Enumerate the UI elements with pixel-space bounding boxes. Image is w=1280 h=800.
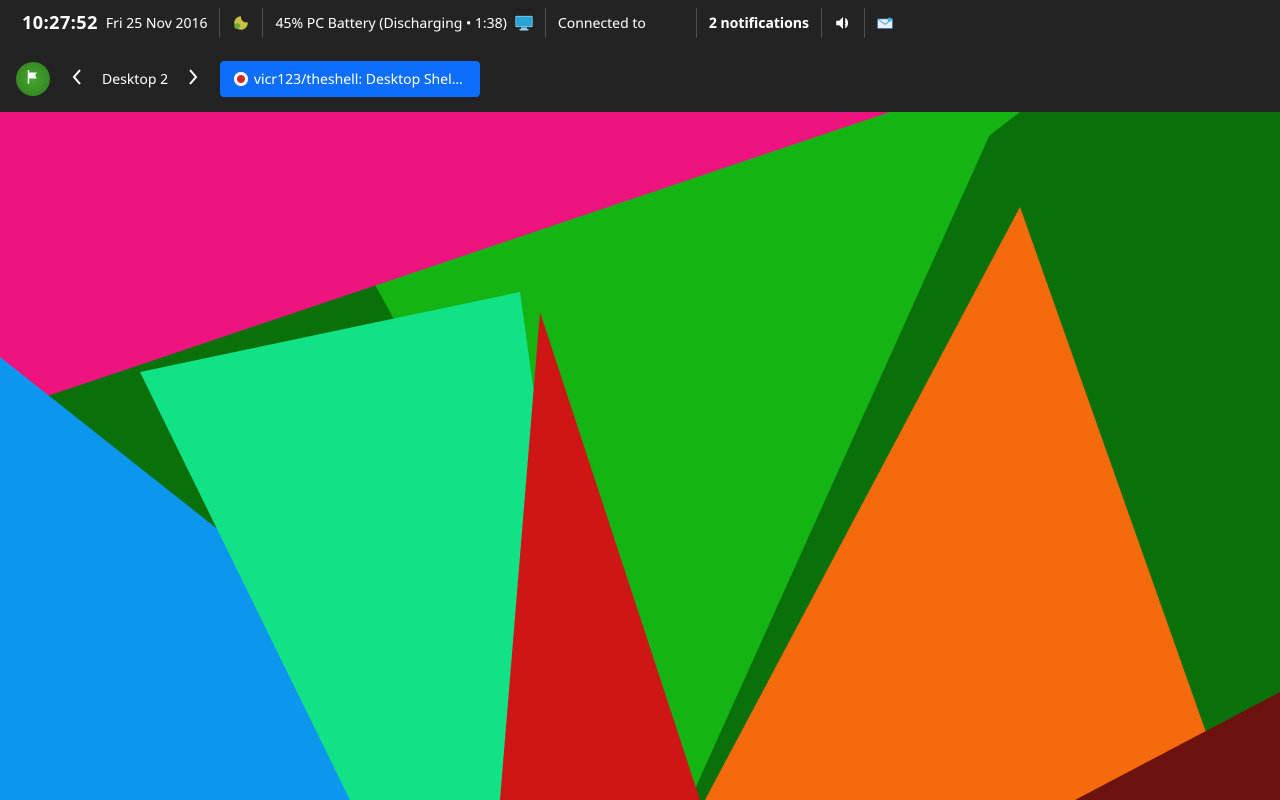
taskbar-window-button[interactable]: vicr123/theshell: Desktop Shell …	[220, 61, 480, 97]
launcher-button[interactable]	[16, 62, 50, 96]
notifications-segment[interactable]: 2 notifications	[697, 9, 821, 37]
launcher-flag-icon	[24, 68, 42, 91]
chevron-left-icon	[72, 69, 82, 90]
next-desktop-button[interactable]	[186, 72, 200, 86]
weather-segment[interactable]	[220, 9, 262, 37]
clock-date: Fri 25 Nov 2016	[106, 14, 208, 33]
mail-icon	[877, 16, 893, 30]
network-segment[interactable]: Connected to	[546, 9, 696, 37]
monitor-icon	[515, 15, 533, 31]
network-text: Connected to	[558, 14, 646, 33]
wallpaper-svg	[0, 112, 1280, 800]
status-bar: 10:27:52 Fri 25 Nov 2016 45% PC Battery …	[0, 0, 1280, 46]
prev-desktop-button[interactable]	[70, 72, 84, 86]
window-title: vicr123/theshell: Desktop Shell …	[254, 70, 466, 89]
battery-segment[interactable]: 45% PC Battery (Discharging • 1:38)	[263, 9, 544, 37]
clock-segment[interactable]: 10:27:52 Fri 25 Nov 2016	[10, 9, 219, 37]
desktop-wallpaper[interactable]	[0, 112, 1280, 800]
volume-icon	[834, 15, 852, 31]
desktop-label: Desktop 2	[102, 70, 168, 89]
volume-segment[interactable]	[822, 9, 864, 37]
battery-text: 45% PC Battery (Discharging • 1:38)	[275, 14, 506, 33]
desktop-switcher: Desktop 2	[70, 70, 200, 89]
window-favicon-icon	[234, 72, 248, 86]
tray-mail-segment[interactable]	[865, 9, 905, 37]
notifications-text: 2 notifications	[709, 14, 809, 33]
weather-moon-icon	[232, 14, 250, 32]
clock-time: 10:27:52	[22, 11, 98, 35]
chevron-right-icon	[188, 69, 198, 90]
taskbar: Desktop 2 vicr123/theshell: Desktop Shel…	[0, 46, 1280, 112]
